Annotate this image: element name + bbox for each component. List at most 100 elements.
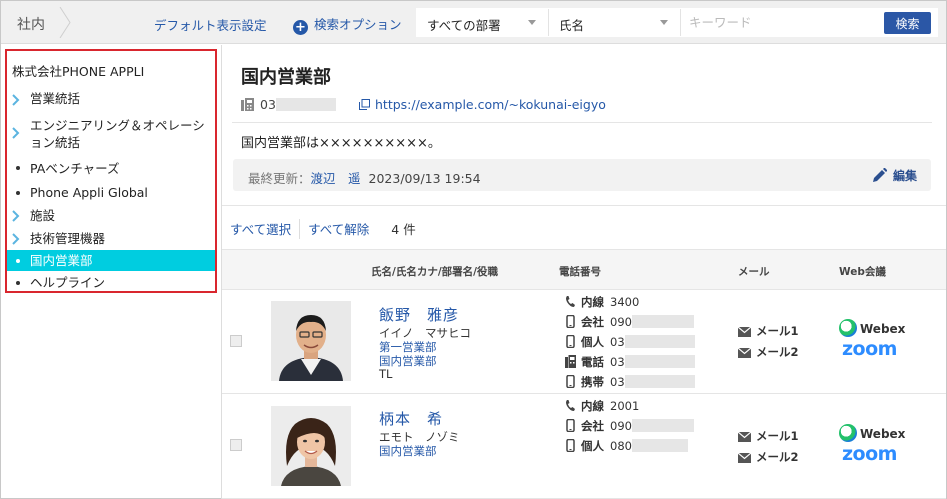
tree-item[interactable]: Phone Appli Global	[7, 181, 215, 204]
person-title: TL	[379, 367, 393, 381]
sidebar: 株式会社PHONE APPLI 営業統括 エンジニアリング＆オペレーション統括 …	[1, 45, 222, 499]
avatar[interactable]	[271, 301, 351, 381]
mobile-phone-icon	[566, 375, 575, 388]
tree-item[interactable]: 営業統括	[7, 85, 215, 112]
fax-icon	[241, 98, 254, 111]
default-view-settings-link[interactable]: デフォルト表示設定	[154, 15, 267, 34]
department-select[interactable]: すべての部署	[417, 9, 549, 36]
col-header-web: Web会議	[839, 266, 886, 278]
bullet-icon	[16, 281, 20, 285]
table-row: 柄本 希 エモト ノゾミ 国内営業部 内線 2001 会社 090 個人 080 メー…	[222, 394, 946, 499]
caret-down-icon	[660, 20, 668, 25]
webex-logo-icon	[839, 319, 857, 337]
field-select[interactable]: 氏名	[549, 9, 681, 36]
bullet-icon	[16, 166, 20, 170]
app-window: 社内 デフォルト表示設定 + 検索オプション すべての部署 氏名 検索 株式会社P…	[0, 0, 947, 499]
person-name-link[interactable]: 飯野 雅彦	[379, 304, 459, 325]
scope-switcher[interactable]: 社内	[1, 1, 71, 44]
dept-phone[interactable]: 03	[260, 97, 336, 112]
mail2-link[interactable]: メール2	[737, 344, 799, 360]
webex-link[interactable]: Webex	[839, 424, 905, 442]
zoom-link[interactable]: zoom	[842, 338, 897, 360]
phone-company[interactable]: 会社 090	[565, 418, 694, 434]
plus-circle-icon: +	[293, 20, 308, 35]
tree-item[interactable]: 技術管理機器	[7, 227, 215, 250]
person-dept-link[interactable]: 国内営業部	[379, 443, 437, 459]
department-select-value: すべての部署	[427, 18, 501, 33]
table-header: 氏名/氏名カナ/部署名/役職 電話番号 メール Web会議	[222, 249, 946, 290]
masked-number	[631, 315, 694, 328]
search-button[interactable]: 検索	[884, 12, 931, 34]
search-options-button[interactable]: + 検索オプション	[293, 14, 402, 35]
tree-item[interactable]: ヘルプライン	[7, 271, 215, 294]
avatar[interactable]	[271, 406, 351, 486]
masked-number	[624, 375, 695, 388]
col-header-name: 氏名/氏名カナ/部署名/役職	[371, 266, 499, 278]
result-count: 4 件	[391, 222, 416, 237]
divider	[222, 205, 946, 206]
phone-ext[interactable]: 内線 3400	[565, 294, 639, 310]
separator	[299, 219, 301, 239]
row-checkbox[interactable]	[230, 439, 242, 451]
masked-number	[631, 419, 694, 432]
envelope-icon	[737, 326, 752, 337]
dept-info-row: 03 https://example.com/~kokunai-eigyo	[241, 97, 931, 113]
phone-icon	[566, 400, 575, 411]
phone-mobile[interactable]: 携帯 03	[565, 374, 695, 390]
search-options-label: 検索オプション	[314, 17, 402, 32]
person-name-link[interactable]: 柄本 希	[379, 408, 443, 429]
search-bar: すべての部署 氏名 検索	[416, 8, 938, 37]
chevron-right-icon	[12, 210, 20, 222]
mobile-phone-icon	[566, 315, 575, 328]
envelope-icon	[737, 431, 752, 442]
masked-number	[275, 98, 336, 111]
chevron-right-icon	[12, 233, 20, 245]
masked-number	[624, 335, 695, 348]
bullet-icon	[16, 191, 20, 195]
col-header-mail: メール	[738, 266, 770, 278]
scope-label: 社内	[17, 17, 45, 33]
org-tree-highlight: 株式会社PHONE APPLI 営業統括 エンジニアリング＆オペレーション統括 …	[5, 49, 217, 293]
mail2-link[interactable]: メール2	[737, 449, 799, 465]
phone-company[interactable]: 会社 090	[565, 314, 694, 330]
chevron-right-icon	[12, 94, 20, 106]
list-actions: すべて選択 すべて解除 4 件	[230, 219, 416, 239]
update-info: 最終更新：渡辺 遥 2023/09/13 19:54 編集	[233, 159, 931, 191]
webex-logo-icon	[839, 424, 857, 442]
updated-by-link[interactable]: 渡辺 遥	[311, 171, 361, 186]
divider	[232, 122, 932, 123]
phone-tel[interactable]: 電話 03	[565, 354, 695, 370]
tree-item[interactable]: PAベンチャーズ	[7, 156, 215, 181]
row-checkbox[interactable]	[230, 335, 242, 347]
masked-number	[631, 439, 688, 452]
dept-url-link[interactable]: https://example.com/~kokunai-eigyo	[375, 97, 606, 112]
last-updated: 最終更新：渡辺 遥 2023/09/13 19:54	[248, 171, 481, 186]
field-select-value: 氏名	[559, 18, 585, 33]
mail1-link[interactable]: メール1	[737, 428, 799, 444]
col-header-phone: 電話番号	[559, 266, 601, 278]
zoom-link[interactable]: zoom	[842, 443, 897, 465]
phone-personal[interactable]: 個人 080	[565, 438, 688, 454]
top-bar: 社内 デフォルト表示設定 + 検索オプション すべての部署 氏名 検索	[1, 1, 946, 44]
webex-link[interactable]: Webex	[839, 319, 905, 337]
edit-button[interactable]: 編集	[872, 167, 917, 184]
fax-icon	[565, 355, 576, 368]
copy-icon	[359, 99, 370, 110]
keyword-input[interactable]	[689, 15, 869, 30]
mail1-link[interactable]: メール1	[737, 323, 799, 339]
tree-item[interactable]: エンジニアリング＆オペレーション統括	[7, 112, 215, 156]
org-root[interactable]: 株式会社PHONE APPLI	[12, 61, 144, 80]
tree-item[interactable]: 施設	[7, 204, 215, 227]
chevron-right-icon	[12, 127, 20, 139]
phone-personal[interactable]: 個人 03	[565, 334, 695, 350]
envelope-icon	[737, 452, 752, 463]
deselect-all-link[interactable]: すべて解除	[308, 222, 369, 237]
table-row: 飯野 雅彦 イイノ マサヒコ 第一営業部 国内営業部 TL 内線 3400 会社 0…	[222, 290, 946, 394]
pencil-icon	[872, 167, 888, 182]
masked-number	[624, 355, 695, 368]
mobile-phone-icon	[566, 335, 575, 348]
phone-ext[interactable]: 内線 2001	[565, 398, 639, 414]
updated-at: 2023/09/13 19:54	[368, 171, 481, 186]
tree-item-active[interactable]: 国内営業部	[7, 250, 215, 271]
select-all-link[interactable]: すべて選択	[230, 222, 291, 237]
